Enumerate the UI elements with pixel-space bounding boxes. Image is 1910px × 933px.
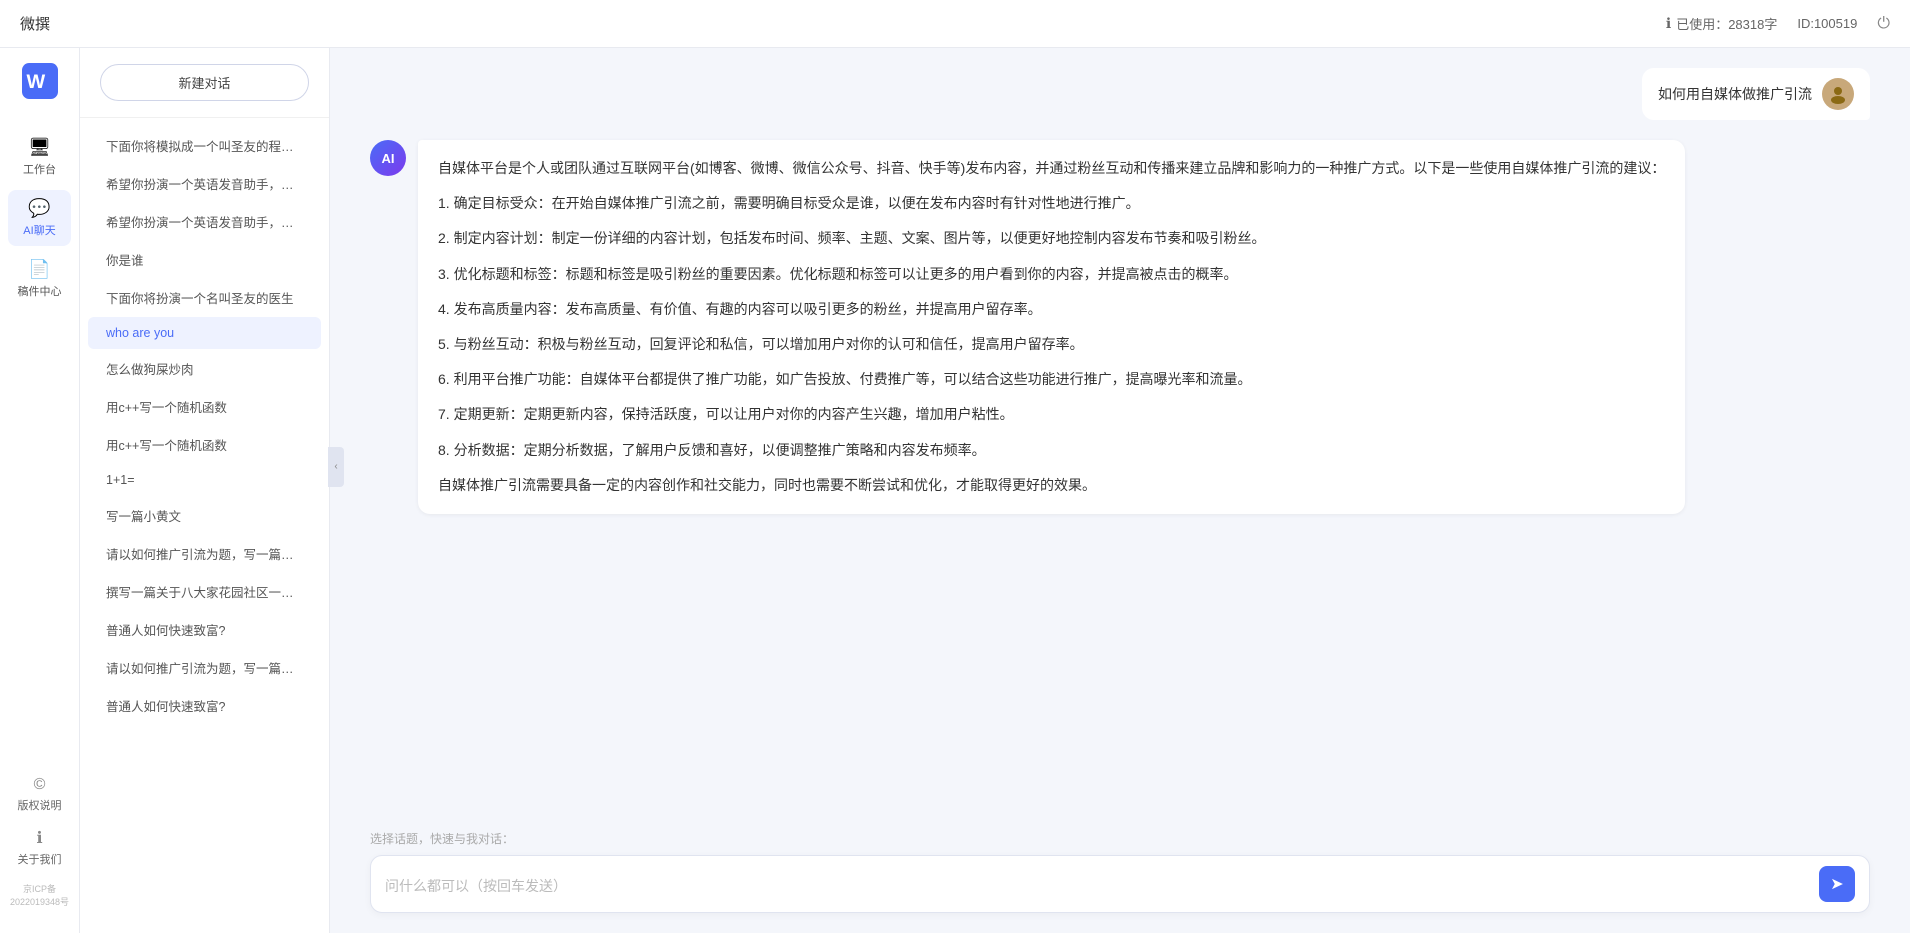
nav-items: 🖥 工作台 💬 AI聊天 📄 稿件中心 (0, 129, 79, 776)
manuscript-label: 稿件中心 (18, 283, 62, 299)
ai-avatar: AI (370, 140, 406, 176)
chat-list-item[interactable]: 下面你将模拟成一个叫圣友的程序员，我说... (88, 127, 321, 164)
chat-list-item[interactable]: 下面你将扮演一个名叫圣友的医生 (88, 279, 321, 316)
ai-response-paragraph: 2. 制定内容计划：制定一份详细的内容计划，包括发布时间、频率、主题、文案、图片… (438, 226, 1665, 251)
topbar-title: 微撰 (20, 13, 50, 34)
chat-messages: 如何用自媒体做推广引流 AI 自媒体平台是个人或团队通过互联网平台(如博客、微博… (330, 48, 1910, 818)
manuscript-icon: 📄 (28, 259, 50, 280)
sidebar-item-ai-chat[interactable]: 💬 AI聊天 (8, 190, 71, 246)
topbar-id: ID:100519 (1797, 16, 1857, 31)
power-icon[interactable]: ⏻ (1877, 15, 1890, 33)
ai-response-paragraph: 3. 优化标题和标签：标题和标签是吸引粉丝的重要因素。优化标题和标签可以让更多的… (438, 262, 1665, 287)
about-label: 关于我们 (18, 851, 62, 867)
collapse-toggle[interactable]: ‹ (328, 447, 344, 487)
ai-response-paragraph: 5. 与粉丝互动：积极与粉丝互动，回复评论和私信，可以增加用户对你的认可和信任，… (438, 332, 1665, 357)
chat-input[interactable] (385, 876, 1809, 892)
chat-list-item[interactable]: 请以如何推广引流为题，写一篇大纲 (88, 535, 321, 572)
input-wrapper: ➤ (370, 855, 1870, 913)
chat-sidebar: 新建对话 下面你将模拟成一个叫圣友的程序员，我说...希望你扮演一个英语发音助手… (80, 48, 330, 933)
chat-list-item[interactable]: 普通人如何快速致富? (88, 611, 321, 648)
icp-text: 京ICP备2022019348号 (0, 882, 79, 908)
sidebar-item-workbench[interactable]: 🖥 工作台 (8, 129, 71, 185)
copyright-icon: © (34, 776, 46, 794)
chat-list-item[interactable]: 用c++写一个随机函数 (88, 388, 321, 425)
chat-list-item[interactable]: 撰写一篇关于八大家花园社区一刻钟便民生... (88, 573, 321, 610)
chat-list-item[interactable]: 你是谁 (88, 241, 321, 278)
user-message-content: 如何用自媒体做推广引流 (1642, 68, 1870, 120)
nav-bottom: © 版权说明 ℹ 关于我们 京ICP备2022019348号 (0, 776, 79, 918)
chat-input-area: 选择话题，快速与我对话： ➤ (330, 818, 1910, 933)
ai-chat-icon: 💬 (28, 198, 50, 219)
copyright-label: 版权说明 (18, 797, 62, 813)
chat-list-item[interactable]: 希望你扮演一个英语发音助手，我提供给你... (88, 165, 321, 202)
ai-response-paragraph: 6. 利用平台推广功能：自媒体平台都提供了推广功能，如广告投放、付费推广等，可以… (438, 367, 1665, 392)
chat-main: 如何用自媒体做推广引流 AI 自媒体平台是个人或团队通过互联网平台(如博客、微博… (330, 48, 1910, 933)
ai-response-paragraph: 7. 定期更新：定期更新内容，保持活跃度，可以让用户对你的内容产生兴趣，增加用户… (438, 402, 1665, 427)
logo-icon: W (22, 63, 58, 99)
chat-list-item[interactable]: 请以如何推广引流为题，写一篇大纲 (88, 649, 321, 686)
svg-text:W: W (26, 71, 45, 93)
chat-list-item[interactable]: 用c++写一个随机函数 (88, 426, 321, 463)
workbench-label: 工作台 (23, 161, 56, 177)
topbar-right: ℹ 已使用：28318字 ID:100519 ⏻ (1666, 14, 1890, 33)
send-button[interactable]: ➤ (1819, 866, 1855, 902)
info-icon: ℹ (1666, 15, 1671, 32)
chat-list-item[interactable]: 希望你扮演一个英语发音助手，我提供给你... (88, 203, 321, 240)
topbar: 微撰 ℹ 已使用：28318字 ID:100519 ⏻ (0, 0, 1910, 48)
logo-area: W (22, 63, 58, 99)
new-chat-button[interactable]: 新建对话 (100, 64, 309, 101)
sidebar-item-manuscript[interactable]: 📄 稿件中心 (8, 251, 71, 307)
chat-list: 下面你将模拟成一个叫圣友的程序员，我说...希望你扮演一个英语发音助手，我提供给… (80, 118, 329, 933)
chat-list-item[interactable]: 普通人如何快速致富? (88, 687, 321, 724)
chat-list-item[interactable]: 怎么做狗屎炒肉 (88, 350, 321, 387)
left-sidebar: W 🖥 工作台 💬 AI聊天 📄 稿件中心 © 版权说明 ℹ (0, 48, 80, 933)
ai-message-content: 自媒体平台是个人或团队通过互联网平台(如博客、微博、微信公众号、抖音、快手等)发… (418, 140, 1685, 514)
usage-text: 已使用：28318字 (1676, 14, 1777, 33)
about-icon: ℹ (36, 828, 42, 848)
topbar-usage: ℹ 已使用：28318字 (1666, 14, 1777, 33)
ai-response-paragraph: 1. 确定目标受众：在开始自媒体推广引流之前，需要明确目标受众是谁，以便在发布内… (438, 191, 1665, 216)
user-message-text: 如何用自媒体做推广引流 (1658, 84, 1812, 104)
ai-response-paragraph: 4. 发布高质量内容：发布高质量、有价值、有趣的内容可以吸引更多的粉丝，并提高用… (438, 297, 1665, 322)
ai-response-paragraph: 自媒体推广引流需要具备一定的内容创作和社交能力，同时也需要不断尝试和优化，才能取… (438, 473, 1665, 498)
chat-list-item[interactable]: who are you (88, 317, 321, 349)
user-avatar (1822, 78, 1854, 110)
ai-message-row: AI 自媒体平台是个人或团队通过互联网平台(如博客、微博、微信公众号、抖音、快手… (370, 140, 1870, 514)
chat-list-item[interactable]: 1+1= (88, 464, 321, 496)
user-message-row: 如何用自媒体做推广引流 (370, 68, 1870, 120)
ai-response-paragraph: 8. 分析数据：定期分析数据，了解用户反馈和喜好，以便调整推广策略和内容发布频率… (438, 438, 1665, 463)
ai-chat-label: AI聊天 (23, 222, 55, 238)
quick-topics-label: 选择话题，快速与我对话： (370, 830, 1870, 847)
workbench-icon: 🖥 (28, 137, 51, 158)
send-icon: ➤ (1830, 874, 1843, 894)
chat-list-item[interactable]: 写一篇小黄文 (88, 497, 321, 534)
copyright-item[interactable]: © 版权说明 (18, 776, 62, 813)
about-item[interactable]: ℹ 关于我们 (18, 828, 62, 867)
chat-sidebar-header: 新建对话 (80, 48, 329, 118)
main-layout: W 🖥 工作台 💬 AI聊天 📄 稿件中心 © 版权说明 ℹ (0, 48, 1910, 933)
ai-response-paragraph: 自媒体平台是个人或团队通过互联网平台(如博客、微博、微信公众号、抖音、快手等)发… (438, 156, 1665, 181)
